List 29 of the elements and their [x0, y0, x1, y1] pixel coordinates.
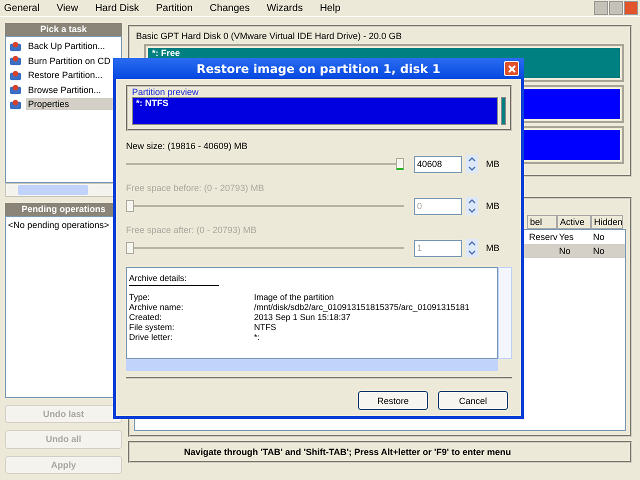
- panel-header: Pick a task: [5, 23, 122, 36]
- table-cell: Reserv: [529, 232, 558, 242]
- table-cell-text: No: [592, 232, 606, 242]
- unit-label: MB: [485, 243, 500, 253]
- pending-item: <No pending operations>: [8, 220, 110, 230]
- table-cell-text: No: [592, 246, 606, 256]
- group-title: Partition preview: [132, 87, 200, 97]
- detail-value: /mnt/disk/sdb2/arc_010913151815375/arc_01091315181: [254, 302, 470, 312]
- detail-key: Archive name:: [129, 302, 254, 312]
- table-cell-text: No: [558, 246, 572, 256]
- detail-value: NTFS: [254, 322, 276, 332]
- status-bar: Navigate through 'TAB' and 'Shift-TAB'; Press Alt+letter or 'F9' to enter menu: [128, 441, 632, 463]
- detail-key: Drive letter:: [129, 332, 254, 342]
- unit-label: MB: [485, 159, 500, 169]
- partition-bar: *: NTFS: [132, 97, 498, 125]
- detail-value: Image of the partition: [254, 292, 334, 302]
- detail-value: 2013 Sep 1 Sun 15:18:37: [254, 312, 350, 322]
- slider-label: New size: (19816 - 40609) MB: [126, 141, 249, 151]
- table-cell-text: Yes: [558, 232, 575, 242]
- detail-key: Type:: [129, 292, 254, 302]
- detail-key: File system:: [129, 322, 254, 332]
- detail-key: Created:: [129, 312, 254, 322]
- dialog-title: Restore image on partition 1, disk 1: [196, 62, 441, 76]
- disk-title: Basic GPT Hard Disk 0 (VMware Virtual IDE Hard Drive) - 20.0 GB: [136, 31, 403, 41]
- detail-value: *:: [254, 332, 260, 342]
- slider-label: Free space after: (0 - 20793) MB: [126, 225, 258, 235]
- details-heading: Archive details:: [129, 273, 188, 283]
- slider-label: Free space before: (0 - 20793) MB: [126, 183, 266, 193]
- unit-label: MB: [485, 201, 500, 211]
